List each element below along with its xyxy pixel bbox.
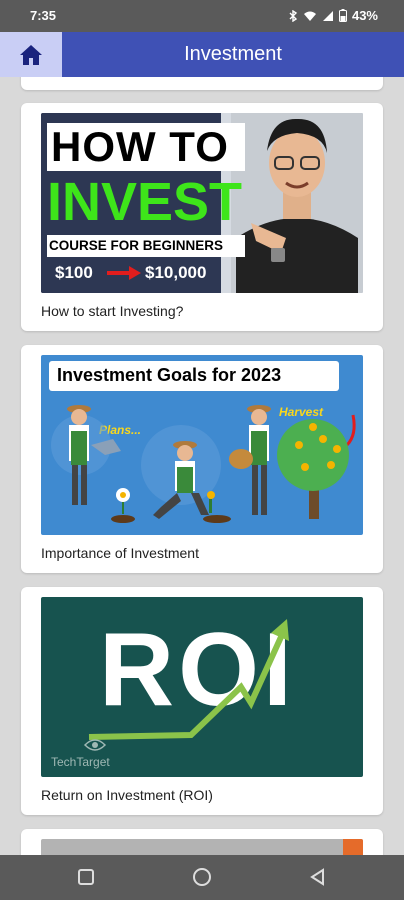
thumb-from: $100	[55, 263, 93, 282]
list-item[interactable]	[21, 829, 383, 855]
list-item[interactable]: HOW TO INVEST COURSE FOR BEGINNERS $100 …	[21, 103, 383, 331]
circle-icon[interactable]	[192, 867, 212, 887]
triangle-back-icon[interactable]	[308, 867, 328, 887]
card-caption: Return on Investment (ROI)	[41, 787, 213, 803]
content-list[interactable]: HOW TO INVEST COURSE FOR BEGINNERS $100 …	[0, 77, 404, 855]
card-caption: How to start Investing?	[41, 303, 184, 319]
list-item[interactable]	[21, 77, 383, 90]
square-icon[interactable]	[76, 867, 96, 887]
thumbnail-partial[interactable]	[41, 839, 363, 855]
thumb-title: Investment Goals for 2023	[57, 365, 282, 385]
bluetooth-icon	[289, 9, 298, 22]
battery-percent: 43%	[351, 8, 378, 23]
wifi-icon	[303, 11, 316, 21]
home-icon	[20, 44, 42, 65]
thumbnail-how-to-invest[interactable]: HOW TO INVEST COURSE FOR BEGINNERS $100 …	[41, 113, 363, 293]
signal-icon	[322, 10, 333, 21]
thumbnail-investment-goals[interactable]: Investment Goals for 2023 Plans... Harve…	[41, 355, 363, 535]
thumb-line-2: INVEST	[47, 172, 243, 232]
arrow-right-icon	[107, 266, 141, 280]
presenter-image	[231, 113, 363, 293]
thumb-brand: TechTarget	[51, 755, 110, 769]
illustration-farmers	[51, 405, 356, 523]
app-bar: Investment	[0, 32, 404, 77]
status-bar: 7:35 43%	[0, 0, 404, 32]
thumb-line-3: COURSE FOR BEGINNERS	[49, 238, 224, 253]
eye-logo-icon	[83, 739, 107, 751]
thumb-line-1: HOW TO	[51, 123, 229, 170]
home-button[interactable]	[0, 32, 62, 77]
card-caption: Importance of Investment	[41, 545, 199, 561]
list-item[interactable]: ROI TechTarget Return on Investment (ROI…	[21, 587, 383, 815]
page-title: Investment	[184, 43, 282, 65]
status-time: 7:35	[30, 8, 57, 23]
battery-icon	[338, 9, 347, 22]
thumb-to: $10,000	[145, 263, 207, 282]
thumbnail-roi[interactable]: ROI TechTarget	[41, 597, 363, 777]
status-icons: 43%	[288, 8, 378, 23]
system-nav-bar	[0, 855, 404, 900]
list-item[interactable]: Investment Goals for 2023 Plans... Harve…	[21, 345, 383, 573]
